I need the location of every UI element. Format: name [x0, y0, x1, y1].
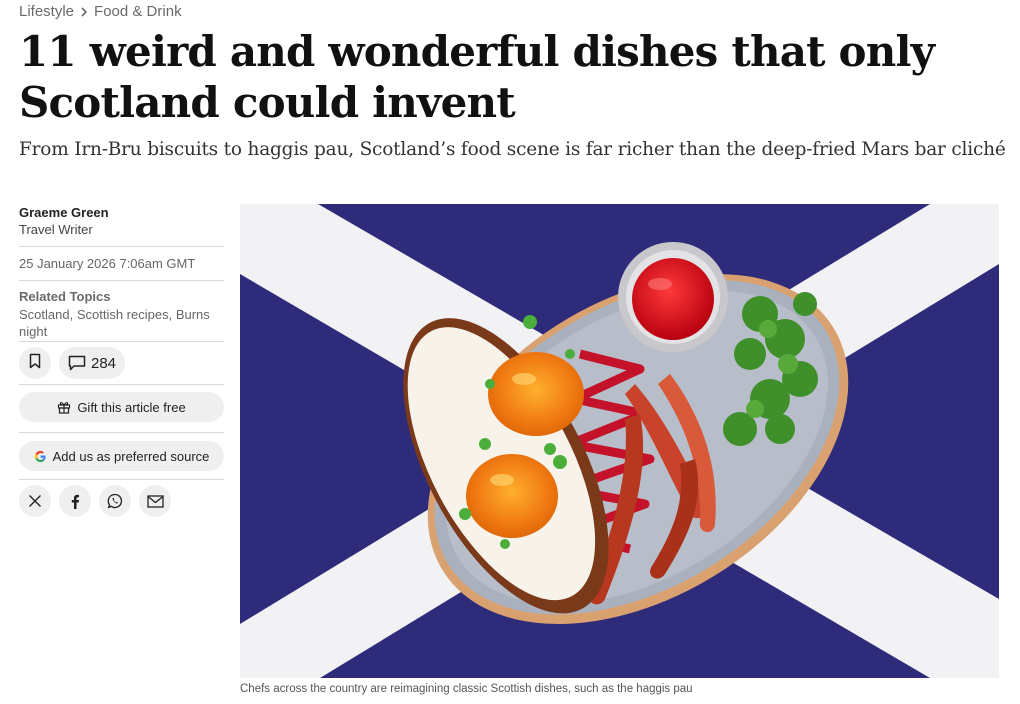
- gift-icon: [57, 400, 71, 414]
- email-icon: [146, 494, 164, 508]
- share-whatsapp-button[interactable]: [99, 485, 131, 517]
- divider: [19, 341, 224, 342]
- share-buttons: [19, 485, 224, 517]
- topic-link-scotland[interactable]: Scotland: [19, 307, 70, 322]
- topic-link-scottish-recipes[interactable]: Scottish recipes: [77, 307, 169, 322]
- share-email-button[interactable]: [139, 485, 171, 517]
- comments-button[interactable]: 284: [59, 347, 125, 379]
- divider: [19, 246, 224, 247]
- author-role: Travel Writer: [19, 222, 93, 237]
- related-topics-list: Scotland, Scottish recipes, Burns night: [19, 307, 210, 339]
- divider: [19, 384, 224, 385]
- x-icon: [28, 494, 42, 508]
- article-actions: 284: [19, 347, 224, 379]
- comment-icon: [68, 355, 86, 371]
- chevron-right-icon: [80, 6, 88, 17]
- breadcrumb-lifestyle-link[interactable]: Lifestyle: [19, 3, 74, 20]
- comment-count: 284: [90, 354, 117, 372]
- publish-date: 25 January 2026 7:06am GMT: [19, 256, 196, 271]
- bookmark-icon: [29, 353, 41, 374]
- gift-article-label: Gift this article free: [77, 399, 186, 415]
- preferred-source-label: Add us as preferred source: [52, 448, 210, 464]
- divider: [19, 479, 224, 480]
- breadcrumb: Lifestyle Food & Drink: [19, 3, 182, 20]
- divider: [19, 432, 224, 433]
- article-sidebar: Graeme Green Travel Writer 25 January 20…: [19, 205, 224, 517]
- related-topics-title: Related Topics: [19, 289, 111, 304]
- author-name[interactable]: Graeme Green: [19, 205, 224, 221]
- gift-article-button[interactable]: Gift this article free: [19, 392, 224, 422]
- whatsapp-icon: [107, 493, 123, 509]
- share-x-button[interactable]: [19, 485, 51, 517]
- headline-line-2: Scotland could invent: [19, 78, 516, 127]
- divider: [19, 280, 224, 281]
- haggis-pau-photo: [240, 204, 999, 678]
- image-caption: Chefs across the country are reimagining…: [240, 683, 693, 695]
- article-headline: 11 weird and wonderful dishes that only …: [19, 26, 999, 128]
- breadcrumb-food-drink-link[interactable]: Food & Drink: [94, 3, 182, 20]
- bookmark-button[interactable]: [19, 347, 51, 379]
- share-facebook-button[interactable]: [59, 485, 91, 517]
- hero-image: [240, 204, 999, 678]
- google-icon: [34, 450, 47, 463]
- headline-line-1: 11 weird and wonderful dishes that only: [19, 27, 935, 76]
- facebook-icon: [70, 494, 80, 509]
- preferred-source-button[interactable]: Add us as preferred source: [19, 441, 224, 471]
- article-standfirst: From Irn-Bru biscuits to haggis pau, Sco…: [19, 139, 1006, 160]
